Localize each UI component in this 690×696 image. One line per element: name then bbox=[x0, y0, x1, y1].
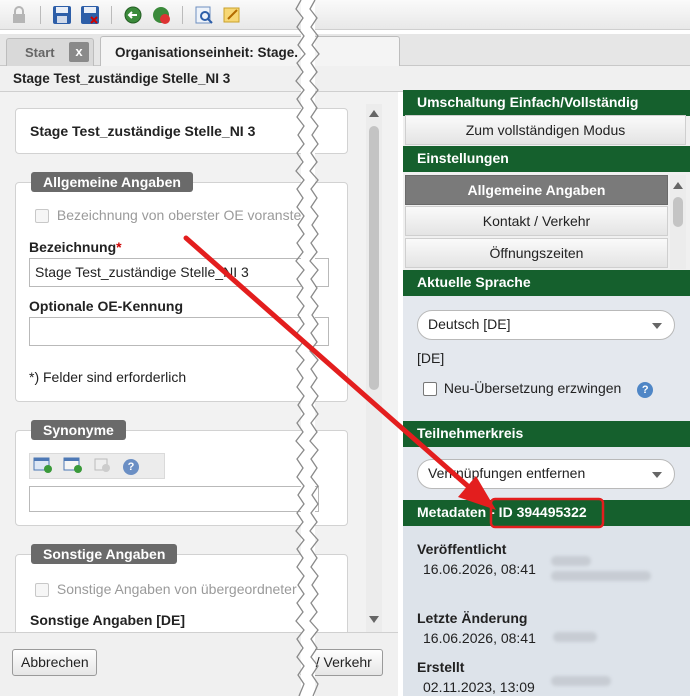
redacted-text bbox=[551, 556, 591, 566]
participants-select-value: Verknüpfungen entfernen bbox=[428, 465, 586, 481]
toolbar-divider bbox=[40, 5, 41, 24]
save-close-icon[interactable] bbox=[79, 4, 101, 26]
redacted-text bbox=[551, 571, 651, 581]
tab-close-button[interactable]: x bbox=[69, 42, 89, 62]
name-input[interactable]: Stage Test_zuständige Stelle_NI 3 bbox=[29, 258, 329, 287]
torn-divider bbox=[295, 0, 320, 696]
optional-id-label: Optionale OE-Kennung bbox=[29, 298, 183, 314]
tab-start[interactable]: Start x bbox=[6, 38, 94, 66]
settings-item-hours[interactable]: Öffnungszeiten bbox=[405, 238, 668, 268]
chevron-down-icon bbox=[652, 472, 662, 478]
delete-synonym-icon[interactable] bbox=[93, 456, 113, 477]
chevron-down-icon bbox=[652, 323, 662, 329]
prefix-checkbox-row[interactable]: Bezeichnung von oberster OE voranstell bbox=[35, 207, 308, 224]
settings-header: Einstellungen bbox=[403, 146, 690, 172]
form-panel: Stage Test_zuständige Stelle_NI 3 Allgem… bbox=[0, 92, 398, 632]
add-row-icon[interactable] bbox=[63, 456, 83, 477]
toolbar-divider bbox=[111, 5, 112, 24]
settings-scroll-thumb[interactable] bbox=[673, 197, 683, 227]
scroll-down-icon[interactable] bbox=[369, 616, 379, 623]
force-translation-label: Neu-Übersetzung erzwingen bbox=[443, 380, 622, 396]
tab-strip: Start x Organisationseinheit: Stage. bbox=[0, 34, 690, 67]
tab-start-label: Start bbox=[25, 45, 55, 60]
globe-refresh-icon[interactable] bbox=[150, 4, 172, 26]
language-select-value: Deutsch [DE] bbox=[428, 316, 511, 332]
inherit-checkbox-row[interactable]: Sonstige Angaben von übergeordneter C bbox=[35, 581, 311, 598]
changed-label: Letzte Änderung bbox=[417, 610, 528, 626]
edit-icon[interactable] bbox=[221, 4, 243, 26]
settings-item-contact[interactable]: Kontakt / Verkehr bbox=[405, 206, 668, 236]
published-label: Veröffentlicht bbox=[417, 541, 507, 557]
toolbar bbox=[0, 0, 690, 30]
force-translation-checkbox[interactable] bbox=[423, 382, 437, 397]
add-synonym-icon[interactable] bbox=[33, 456, 53, 477]
changed-value: 16.06.2026, 08:41 bbox=[423, 630, 536, 646]
language-code: [DE] bbox=[417, 350, 445, 366]
prefix-checkbox[interactable] bbox=[35, 209, 49, 224]
tab-active-label: Organisationseinheit: Stage. bbox=[115, 45, 299, 60]
required-mark: * bbox=[116, 239, 122, 255]
settings-scroll-up-icon[interactable] bbox=[673, 182, 683, 189]
prefix-checkbox-label: Bezeichnung von oberster OE voranstell bbox=[56, 207, 308, 223]
general-legend: Allgemeine Angaben bbox=[31, 172, 193, 192]
name-label-text: Bezeichnung bbox=[29, 239, 117, 255]
required-note: *) Felder sind erforderlich bbox=[29, 369, 187, 385]
created-value: 02.11.2023, 13:09 bbox=[423, 679, 535, 695]
scroll-up-icon[interactable] bbox=[369, 110, 379, 117]
page-title: Stage Test_zuständige Stelle_NI 3 bbox=[13, 71, 231, 86]
mode-header: Umschaltung Einfach/Vollständig bbox=[403, 90, 690, 116]
metadata-area: Veröffentlicht 16.06.2026, 08:41 Letzte … bbox=[403, 526, 690, 696]
redacted-text bbox=[551, 676, 611, 686]
cancel-button[interactable]: Abbrechen bbox=[12, 649, 97, 676]
participants-select[interactable]: Verknüpfungen entfernen bbox=[417, 459, 675, 489]
settings-scrollbar[interactable] bbox=[670, 175, 686, 269]
participants-header: Teilnehmerkreis bbox=[403, 421, 690, 447]
side-panel: Umschaltung Einfach/Vollständig Zum voll… bbox=[403, 90, 690, 696]
optional-id-input[interactable] bbox=[29, 317, 329, 346]
synonyms-toolbar: ? bbox=[29, 453, 165, 479]
title-box-text: Stage Test_zuständige Stelle_NI 3 bbox=[30, 123, 256, 139]
help-icon[interactable]: ? bbox=[123, 457, 139, 475]
inherit-checkbox[interactable] bbox=[35, 583, 49, 598]
published-value: 16.06.2026, 08:41 bbox=[423, 561, 536, 577]
tab-organisationseinheit[interactable]: Organisationseinheit: Stage. bbox=[100, 36, 400, 67]
page-header: Stage Test_zuständige Stelle_NI 3 bbox=[0, 66, 690, 92]
other-legend: Sonstige Angaben bbox=[31, 544, 178, 564]
scroll-thumb[interactable] bbox=[369, 126, 379, 390]
globe-back-icon[interactable] bbox=[122, 4, 144, 26]
full-mode-button[interactable]: Zum vollständigen Modus bbox=[405, 115, 686, 145]
help-icon[interactable]: ? bbox=[637, 382, 654, 398]
name-label: Bezeichnung* bbox=[29, 239, 122, 255]
toolbar-divider bbox=[182, 5, 183, 24]
lock-icon[interactable] bbox=[8, 4, 30, 26]
language-header: Aktuelle Sprache bbox=[403, 270, 690, 296]
synonym-input[interactable] bbox=[29, 486, 319, 512]
metadata-header: Metadaten - ID 394495322 bbox=[403, 500, 690, 526]
settings-item-general[interactable]: Allgemeine Angaben bbox=[405, 175, 668, 205]
button-bar: Abbrechen t / Verkehr bbox=[0, 632, 398, 696]
created-label: Erstellt bbox=[417, 659, 465, 675]
synonyms-legend: Synonyme bbox=[31, 420, 126, 440]
force-translation-row[interactable]: Neu-Übersetzung erzwingen ? bbox=[423, 380, 654, 398]
preview-icon[interactable] bbox=[193, 4, 215, 26]
redacted-text bbox=[553, 632, 597, 642]
form-scrollbar[interactable] bbox=[366, 104, 382, 632]
other-label: Sonstige Angaben [DE] bbox=[30, 612, 186, 628]
language-select[interactable]: Deutsch [DE] bbox=[417, 310, 675, 340]
save-icon[interactable] bbox=[51, 4, 73, 26]
inherit-checkbox-label: Sonstige Angaben von übergeordneter C bbox=[56, 581, 311, 597]
